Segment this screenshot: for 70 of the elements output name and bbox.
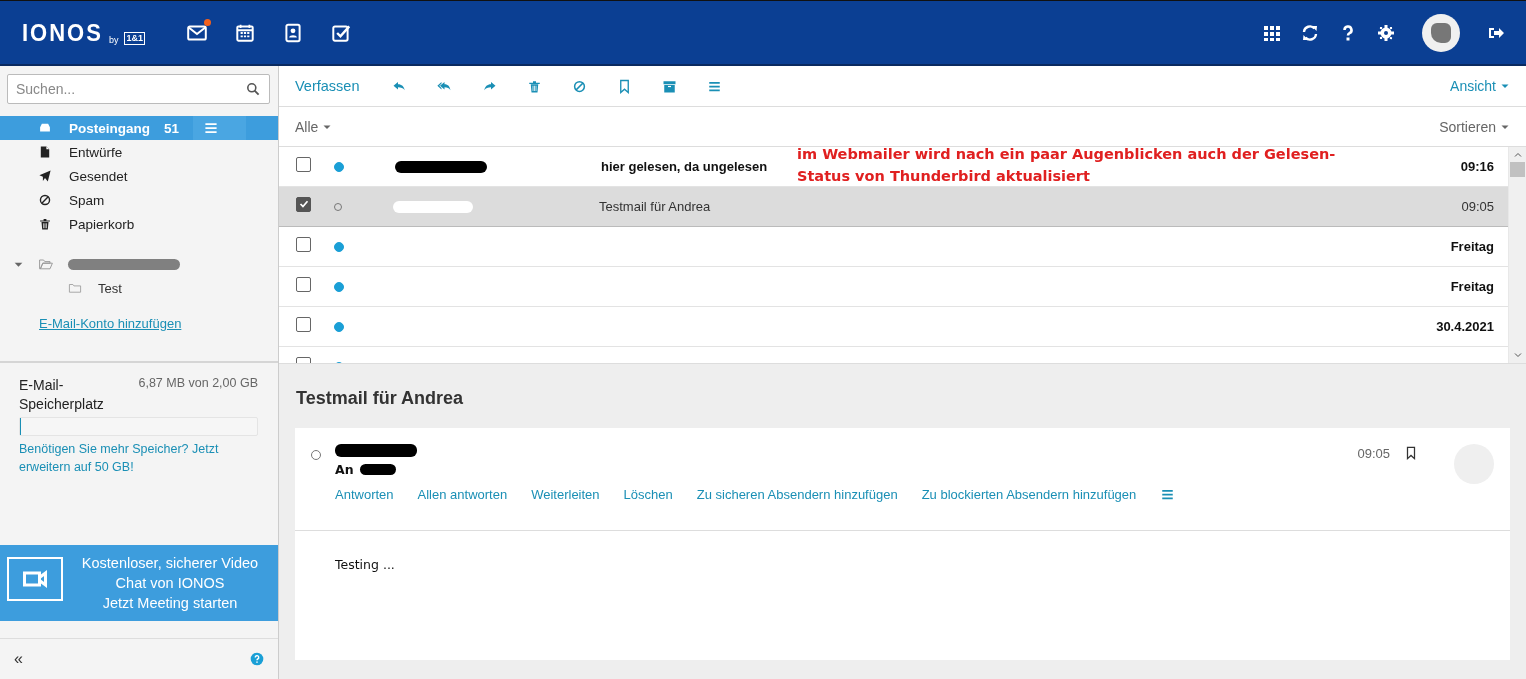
search-icon[interactable] — [245, 81, 261, 97]
unread-dot[interactable] — [334, 161, 344, 172]
message-row[interactable]: Freitag — [279, 227, 1508, 267]
upgrade-link[interactable]: Benötigen Sie mehr Speicher? Jetzt erweitern auf 50 GB! — [19, 440, 258, 476]
message-time: Freitag — [1450, 279, 1494, 294]
action-link[interactable]: Zu blockierten Absendern hinzufügen — [921, 487, 1137, 502]
action-link[interactable]: Weiterleiten — [531, 487, 600, 502]
checkbox[interactable] — [296, 156, 311, 172]
folder-item[interactable]: Papierkorb — [0, 212, 278, 236]
blocked-icon — [38, 193, 52, 207]
paper-plane-icon — [38, 169, 52, 183]
message-time: 09:16 — [1460, 159, 1494, 174]
scrollbar[interactable] — [1508, 147, 1526, 363]
message-body: Testing ... — [334, 556, 396, 574]
banner-text: Kostenloser, sicherer Video Chat von IONOS Jetzt Meeting starten — [80, 554, 260, 613]
refresh-icon[interactable] — [1300, 22, 1320, 43]
storage-usage: 6,87 MB von 2,00 GB — [138, 376, 258, 392]
storage-label: E-Mail-Speicherplatz — [19, 376, 105, 414]
chevron-up-icon[interactable] — [1512, 150, 1523, 160]
preview-subject: Testmail für Andrea — [296, 388, 465, 409]
unread-dot[interactable] — [334, 321, 344, 332]
filter-dropdown[interactable]: Alle — [295, 118, 333, 135]
chevron-down-icon[interactable] — [1512, 350, 1523, 360]
message-subject: Testmail für Andrea — [599, 199, 711, 214]
document-icon — [38, 145, 52, 159]
collapse-button[interactable]: « — [14, 650, 23, 668]
logo[interactable]: IONOS by 1&1 — [22, 20, 145, 45]
message-time: 09:05 — [1461, 199, 1494, 214]
inbox-icon — [38, 121, 52, 135]
settings-icon[interactable] — [1376, 22, 1396, 43]
folder-icon — [68, 281, 82, 295]
menu-icon[interactable] — [203, 120, 220, 136]
action-link[interactable]: Antworten — [335, 487, 394, 502]
trash-icon[interactable] — [526, 78, 542, 94]
add-account-link[interactable]: E-Mail-Konto hinzufügen — [39, 316, 182, 331]
folder-item[interactable]: Entwürfe — [0, 140, 278, 164]
sort-dropdown[interactable]: Sortieren — [1439, 118, 1510, 135]
archive-box-icon[interactable] — [661, 78, 677, 94]
message-time: 09:05 — [1357, 446, 1390, 461]
message-row[interactable]: Freitag — [279, 267, 1508, 307]
compose-button[interactable]: Verfassen — [295, 78, 360, 94]
folder-item[interactable]: Gesendet — [0, 164, 278, 188]
folder-item[interactable]: Spam — [0, 188, 278, 212]
recipient-label: An — [335, 462, 354, 477]
scroll-thumb[interactable] — [1510, 162, 1525, 177]
checkbox[interactable] — [296, 236, 311, 252]
folder-icon — [38, 256, 54, 272]
message-row[interactable]: Testmail für Andrea 09:05 — [279, 187, 1508, 227]
checkbox[interactable] — [296, 196, 311, 212]
trash-icon — [38, 217, 52, 231]
action-link[interactable]: Löschen — [623, 487, 673, 502]
message-subject: hier gelesen, da ungelesen — [601, 159, 768, 174]
unread-dot[interactable] — [334, 241, 344, 252]
annotation-text: im Webmailer wird nach ein paar Augenblicken auch der Gelesen-Status von Thunderbird aktualisiert — [797, 147, 1337, 186]
view-dropdown[interactable]: Ansicht — [1450, 78, 1510, 94]
blocked-icon[interactable] — [571, 78, 587, 94]
folder-item[interactable]: Test — [0, 276, 278, 300]
action-link[interactable]: Allen antworten — [417, 487, 508, 502]
unread-dot[interactable] — [334, 281, 344, 292]
bookmark-icon[interactable] — [1404, 446, 1418, 460]
action-link[interactable]: Zu sicheren Absendern hinzufügen — [696, 487, 898, 502]
menu-icon[interactable] — [1160, 487, 1176, 502]
checkbox[interactable] — [296, 276, 311, 292]
message-time: Freitag — [1450, 239, 1494, 254]
message-row[interactable]: 30.4.2021 — [279, 307, 1508, 347]
avatar[interactable] — [1422, 13, 1460, 52]
search-field[interactable]: Suchen... — [7, 74, 270, 104]
redaction-mark — [359, 464, 396, 475]
checkbox[interactable] — [296, 316, 311, 332]
message-time: 30.4.2021 — [1436, 319, 1494, 334]
